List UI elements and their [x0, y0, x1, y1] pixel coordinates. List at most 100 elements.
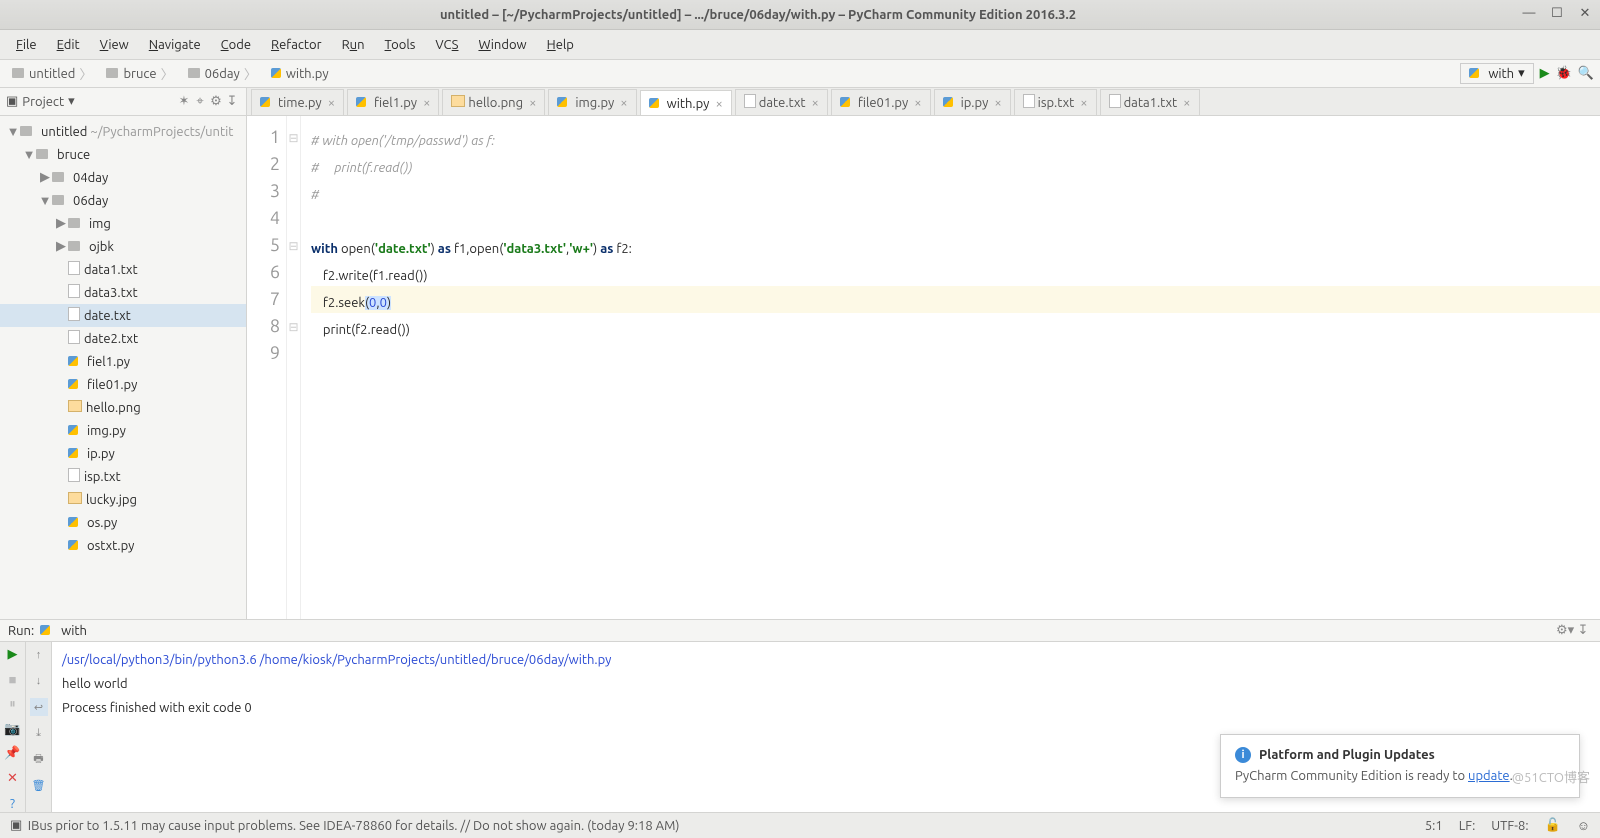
debug-button[interactable]: 🐞 [1556, 66, 1572, 81]
project-tool-header: ▣ Project ▾ ✶ ⌖ ⚙ ↧ [0, 88, 246, 116]
close-tab-icon[interactable]: × [1183, 96, 1190, 110]
caret-position[interactable]: 5:1 [1425, 819, 1443, 833]
gear-icon[interactable]: ⚙▾ [1556, 623, 1574, 638]
menu-file[interactable]: File [6, 34, 47, 56]
status-tool-window-icon[interactable]: ▣ [10, 818, 22, 833]
tree-item[interactable]: fiel1.py [0, 350, 246, 373]
close-tab-icon[interactable]: × [914, 96, 921, 110]
code-content[interactable]: # with open('/tmp/passwd') as f: # print… [301, 116, 1600, 619]
menu-vcs[interactable]: VCS [425, 34, 468, 56]
menu-refactor[interactable]: Refactor [261, 34, 332, 56]
editor-tab[interactable]: with.py× [640, 90, 732, 116]
pause-button[interactable]: ⏸ [4, 696, 22, 713]
editor-tab[interactable]: ip.py× [934, 89, 1011, 115]
rerun-button[interactable]: ▶ [4, 646, 22, 663]
tree-item[interactable]: file01.py [0, 373, 246, 396]
close-tab-icon[interactable]: × [715, 97, 722, 111]
update-link[interactable]: update [1468, 769, 1510, 783]
fold-gutter[interactable]: ⊟ ⊟⊟ [287, 116, 301, 619]
code-editor[interactable]: 123456789 ⊟ ⊟⊟ # with open('/tmp/passwd'… [247, 116, 1600, 619]
tree-item[interactable]: ▼untitled ~/PycharmProjects/untit [0, 120, 246, 143]
collapse-all-icon[interactable]: ✶ [176, 94, 192, 109]
menu-run[interactable]: Run [332, 34, 375, 56]
tree-item[interactable]: ▶ojbk [0, 235, 246, 258]
print-button[interactable]: 🖶 [30, 750, 48, 768]
crumb-folder[interactable]: 06day [182, 63, 265, 85]
close-tab-icon[interactable]: × [423, 96, 430, 110]
hector-inspection-icon[interactable]: ☺ [1577, 818, 1590, 833]
hide-tool-window-icon[interactable]: ↧ [1574, 623, 1592, 638]
status-message[interactable]: IBus prior to 1.5.11 may cause input pro… [28, 819, 680, 833]
menu-window[interactable]: Window [468, 34, 536, 56]
menu-view[interactable]: View [90, 34, 139, 56]
close-tab-icon[interactable]: × [620, 96, 627, 110]
down-stacktrace-button[interactable]: ↓ [30, 672, 48, 690]
search-everywhere-icon[interactable]: 🔍 [1578, 66, 1594, 81]
navigation-bar: untitled bruce 06day with.py with ▾ ▶ 🐞 … [0, 60, 1600, 88]
close-button[interactable]: ✕ [1576, 6, 1594, 24]
line-number-gutter[interactable]: 123456789 [247, 116, 287, 619]
breadcrumb: untitled bruce 06day with.py [6, 63, 341, 85]
scroll-from-source-icon[interactable]: ⌖ [192, 94, 208, 109]
tree-item[interactable]: ▶img [0, 212, 246, 235]
line-separator[interactable]: LF: [1459, 819, 1476, 833]
editor-tab[interactable]: img.py× [548, 89, 636, 115]
menu-help[interactable]: Help [537, 34, 584, 56]
menu-navigate[interactable]: Navigate [139, 34, 211, 56]
tree-item[interactable]: ostxt.py [0, 534, 246, 557]
file-icon [451, 95, 465, 110]
file-encoding[interactable]: UTF-8: [1491, 819, 1528, 833]
tree-item[interactable]: isp.txt [0, 465, 246, 488]
crumb-folder[interactable]: bruce [100, 63, 181, 85]
tree-item[interactable]: ip.py [0, 442, 246, 465]
editor-tab[interactable]: date.txt× [735, 89, 828, 115]
close-tab-icon[interactable]: × [529, 96, 536, 110]
tree-item[interactable]: date.txt [0, 304, 246, 327]
editor-tab[interactable]: data1.txt× [1100, 89, 1200, 115]
tree-item[interactable]: os.py [0, 511, 246, 534]
dump-threads-button[interactable]: 📷 [4, 721, 22, 738]
crumb-project[interactable]: untitled [6, 63, 100, 85]
gear-icon[interactable]: ⚙ [208, 94, 224, 109]
tree-item[interactable]: ▼06day [0, 189, 246, 212]
hide-tool-window-icon[interactable]: ↧ [224, 94, 240, 109]
editor-tab[interactable]: isp.txt× [1014, 89, 1097, 115]
tree-item[interactable]: img.py [0, 419, 246, 442]
close-tab-icon[interactable]: × [994, 96, 1001, 110]
tree-item[interactable]: hello.png [0, 396, 246, 419]
editor-tab[interactable]: time.py× [251, 89, 344, 115]
project-tree[interactable]: ▼untitled ~/PycharmProjects/untit▼bruce▶… [0, 116, 246, 619]
stop-button[interactable]: ■ [4, 671, 22, 688]
editor-tab[interactable]: file01.py× [831, 89, 931, 115]
menu-code[interactable]: Code [211, 34, 261, 56]
up-stacktrace-button[interactable]: ↑ [30, 646, 48, 664]
scroll-to-end-button[interactable]: ⤓ [30, 724, 48, 742]
menu-tools[interactable]: Tools [375, 34, 426, 56]
crumb-file[interactable]: with.py [265, 63, 341, 85]
tree-item[interactable]: data3.txt [0, 281, 246, 304]
editor-tab[interactable]: hello.png× [442, 89, 545, 115]
close-tab-icon[interactable]: × [1080, 96, 1087, 110]
editor-tab[interactable]: fiel1.py× [347, 89, 439, 115]
close-tab-button[interactable]: ✕ [4, 770, 22, 787]
readonly-lock-icon[interactable]: 🔓 [1545, 818, 1561, 833]
pin-tab-button[interactable]: 📌 [4, 745, 22, 762]
tree-item[interactable]: ▼bruce [0, 143, 246, 166]
notification-balloon: i Platform and Plugin Updates PyCharm Co… [1220, 734, 1580, 798]
close-tab-icon[interactable]: × [812, 96, 819, 110]
run-tool-header: Run: with ⚙▾ ↧ [0, 620, 1600, 642]
menu-edit[interactable]: Edit [47, 34, 90, 56]
clear-all-button[interactable]: 🗑 [30, 776, 48, 794]
tree-item[interactable]: ▶04day [0, 166, 246, 189]
tree-item[interactable]: data1.txt [0, 258, 246, 281]
run-button[interactable]: ▶ [1540, 66, 1550, 81]
run-config-select[interactable]: with ▾ [1460, 63, 1533, 84]
tree-item[interactable]: date2.txt [0, 327, 246, 350]
soft-wrap-button[interactable]: ↩ [30, 698, 48, 716]
minimize-button[interactable]: — [1520, 6, 1538, 24]
chevron-down-icon[interactable]: ▾ [68, 94, 75, 109]
maximize-button[interactable]: ☐ [1548, 6, 1566, 24]
tree-item[interactable]: lucky.jpg [0, 488, 246, 511]
close-tab-icon[interactable]: × [328, 96, 335, 110]
help-button[interactable]: ? [4, 795, 22, 812]
